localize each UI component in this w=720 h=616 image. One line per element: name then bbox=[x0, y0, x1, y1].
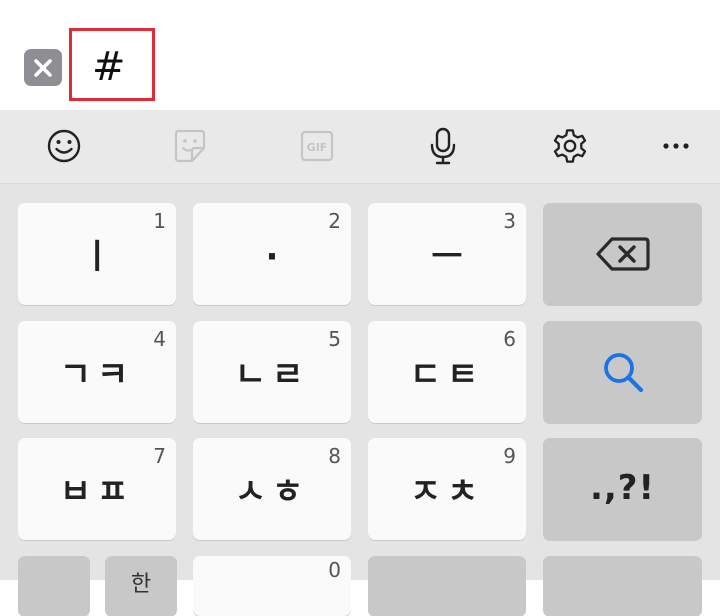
key-9[interactable]: 9 ㅈㅊ bbox=[368, 438, 526, 540]
key-label: ㄴㄹ bbox=[234, 355, 310, 395]
symbol-key[interactable] bbox=[18, 556, 90, 616]
gif-label: GIF bbox=[307, 141, 328, 154]
key-7[interactable]: 7 ㅂㅍ bbox=[18, 438, 176, 540]
search-bar: # bbox=[0, 0, 720, 110]
key-0[interactable]: 0 bbox=[193, 556, 351, 616]
search-icon bbox=[603, 353, 643, 393]
settings-icon[interactable] bbox=[548, 124, 592, 168]
sticker-icon bbox=[168, 124, 212, 168]
keyboard: GIF 1 ㅣ 2 · 3 ㅡ 4 ㄱㅋ 5 ㄴㄹ 6 ㄷㅌ 7 ㅂㅍ 8 ㅅㅎ… bbox=[0, 110, 720, 616]
key-8[interactable]: 8 ㅅㅎ bbox=[193, 438, 351, 540]
key-6[interactable]: 6 ㄷㅌ bbox=[368, 321, 526, 423]
key-number: 6 bbox=[503, 327, 516, 351]
key-number: 8 bbox=[328, 444, 341, 468]
key-label: ㅈㅊ bbox=[409, 472, 485, 512]
search-key[interactable] bbox=[543, 321, 702, 423]
key-5[interactable]: 5 ㄴㄹ bbox=[193, 321, 351, 423]
key-number: 1 bbox=[153, 209, 166, 233]
clear-button[interactable] bbox=[24, 49, 62, 86]
emoji-icon[interactable] bbox=[42, 124, 86, 168]
key-label: ㅣ bbox=[81, 237, 113, 277]
key-3[interactable]: 3 ㅡ bbox=[368, 203, 526, 305]
key-1[interactable]: 1 ㅣ bbox=[18, 203, 176, 305]
key-label: ㄷㅌ bbox=[409, 355, 485, 395]
key-2[interactable]: 2 · bbox=[193, 203, 351, 305]
key-4[interactable]: 4 ㄱㅋ bbox=[18, 321, 176, 423]
key-number: 7 bbox=[153, 444, 166, 468]
space-key[interactable] bbox=[368, 556, 526, 616]
gif-icon: GIF bbox=[295, 124, 339, 168]
backspace-key[interactable] bbox=[543, 203, 702, 305]
punctuation-label: .,?! bbox=[589, 468, 656, 508]
language-key[interactable]: 한 bbox=[105, 556, 177, 616]
key-number: 0 bbox=[328, 558, 341, 582]
key-label: ㅂㅍ bbox=[59, 472, 135, 512]
language-label: 한 bbox=[130, 572, 152, 597]
key-label: ㅅㅎ bbox=[234, 472, 310, 512]
key-number: 5 bbox=[328, 327, 341, 351]
enter-key[interactable] bbox=[543, 556, 702, 616]
key-label: ㅡ bbox=[431, 237, 463, 277]
key-number: 3 bbox=[503, 209, 516, 233]
search-input[interactable]: # bbox=[92, 42, 126, 92]
key-label: · bbox=[265, 237, 279, 277]
key-number: 4 bbox=[153, 327, 166, 351]
key-label: ㄱㅋ bbox=[59, 355, 135, 395]
microphone-icon[interactable] bbox=[421, 124, 465, 168]
more-icon[interactable] bbox=[654, 124, 698, 168]
backspace-icon bbox=[595, 237, 650, 271]
key-number: 9 bbox=[503, 444, 516, 468]
punctuation-key[interactable]: .,?! bbox=[543, 438, 702, 540]
close-icon bbox=[34, 59, 52, 77]
key-number: 2 bbox=[328, 209, 341, 233]
keyboard-toolbar: GIF bbox=[0, 110, 720, 184]
